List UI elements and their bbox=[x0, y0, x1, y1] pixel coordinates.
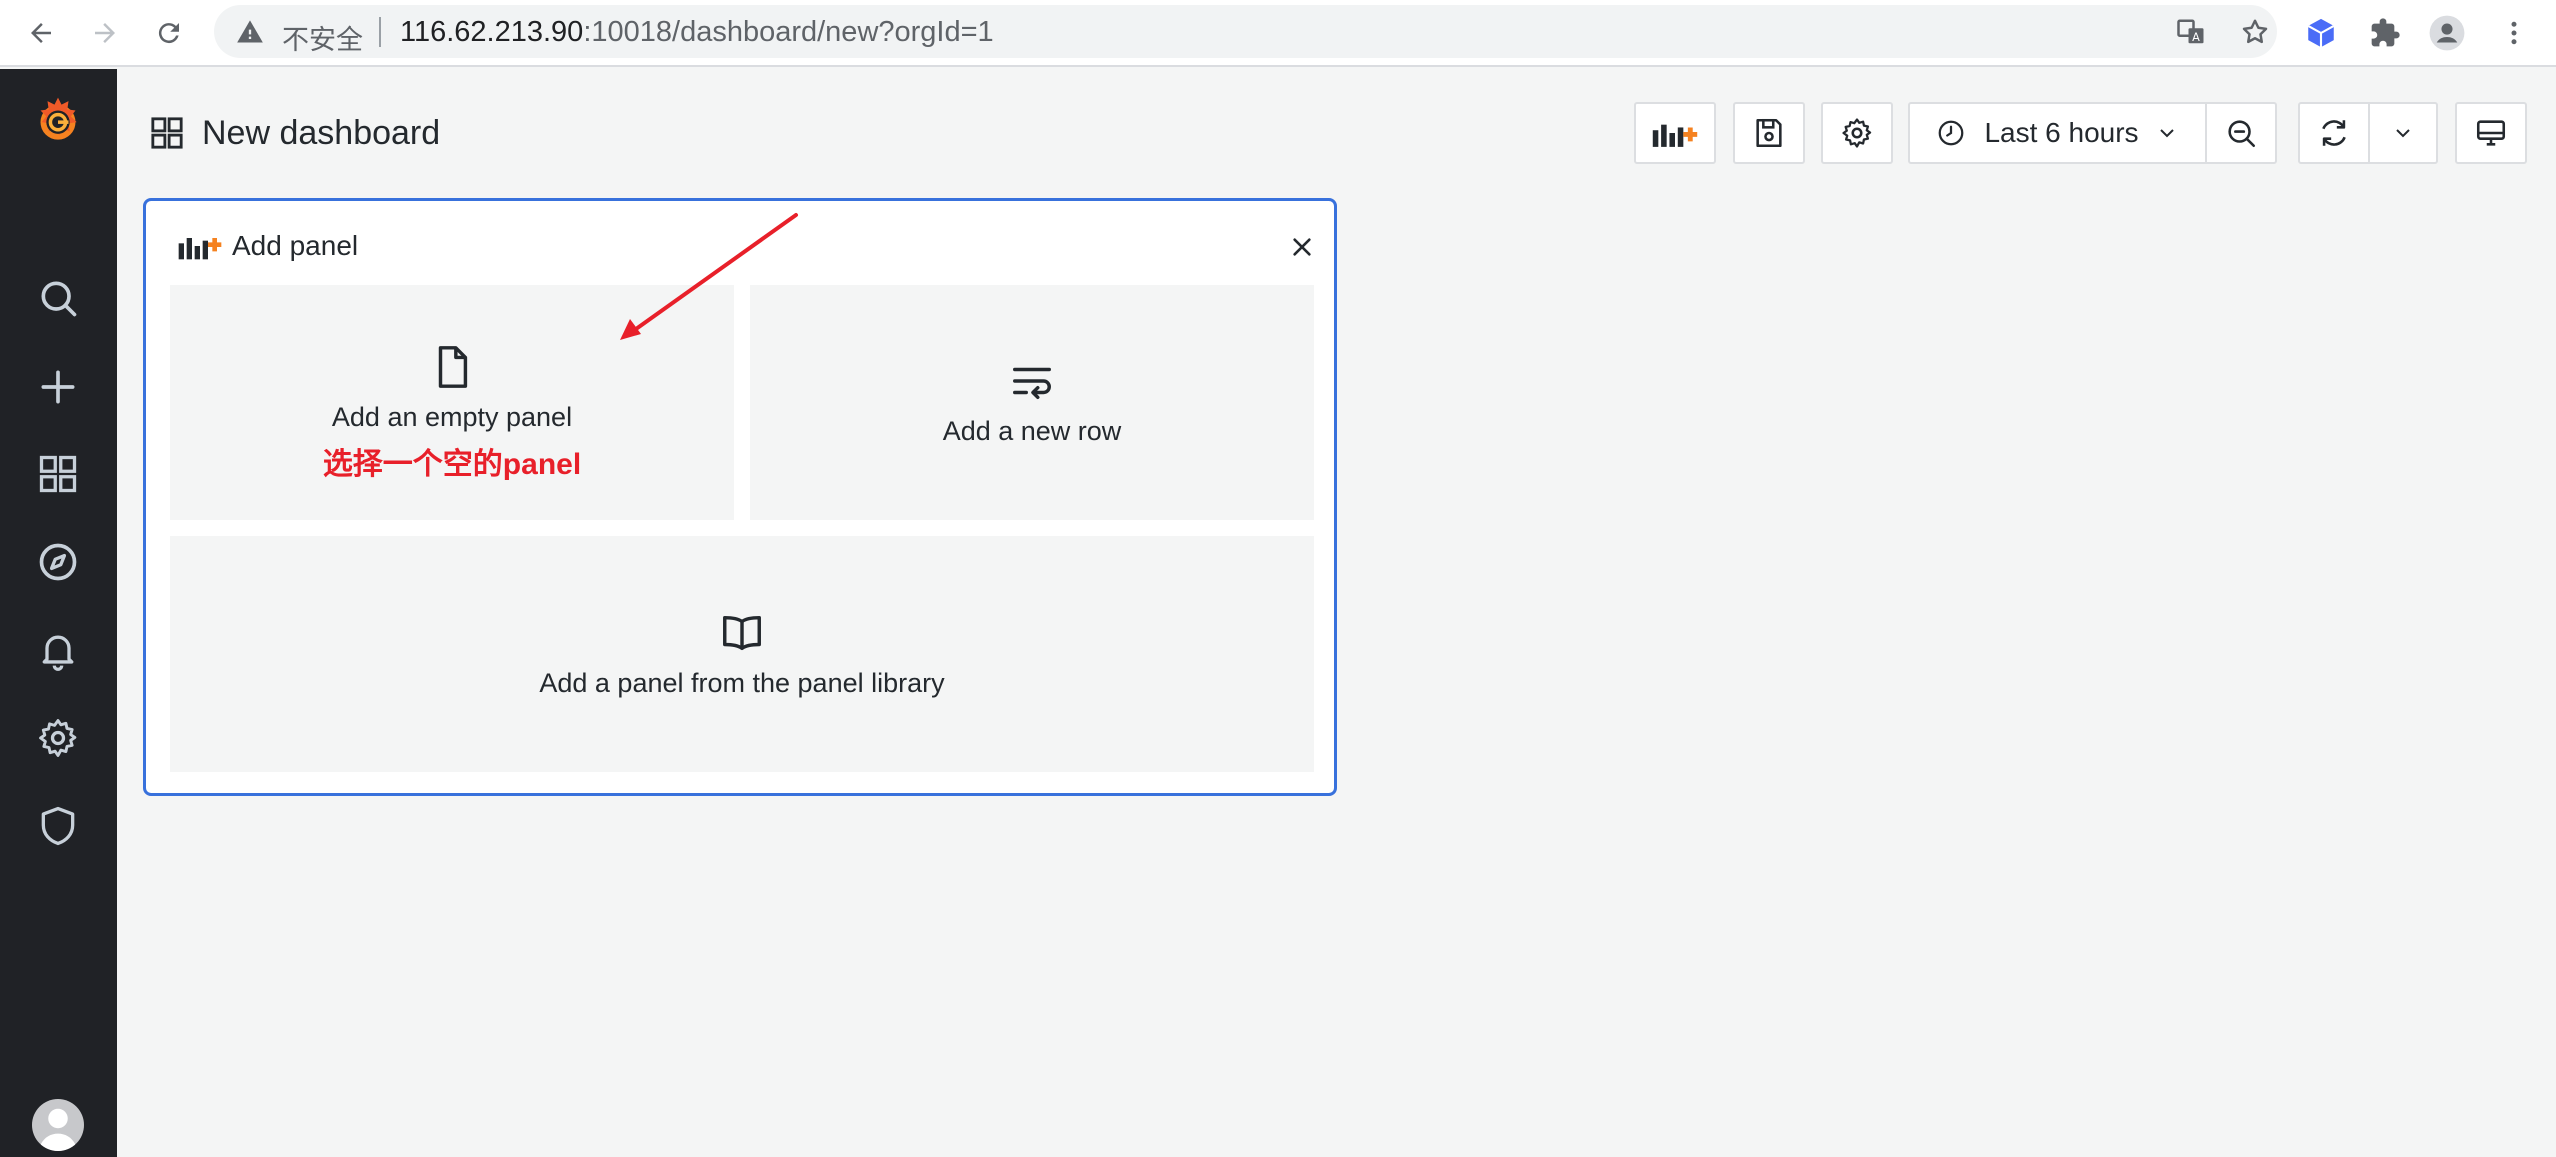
chevron-down-icon bbox=[2159, 129, 2174, 138]
sidebar-item-dashboards[interactable] bbox=[33, 449, 83, 499]
time-picker-button[interactable]: Last 6 hours bbox=[1908, 102, 2207, 164]
time-range-label: Last 6 hours bbox=[1984, 117, 2139, 148]
profile-icon[interactable] bbox=[2428, 14, 2466, 52]
star-icon[interactable] bbox=[2240, 17, 2270, 47]
gear-icon bbox=[1842, 118, 1872, 148]
arrow-right-icon bbox=[95, 23, 115, 43]
add-empty-panel-label: Add an empty panel bbox=[331, 402, 573, 432]
sidebar-item-explore[interactable] bbox=[33, 537, 83, 587]
user-avatar[interactable] bbox=[32, 1099, 84, 1151]
view-mode-button[interactable] bbox=[2455, 102, 2527, 164]
dashboards-grid-icon bbox=[39, 455, 77, 493]
dashboard-header: New dashboard bbox=[150, 110, 440, 156]
add-library-panel-option[interactable]: Add a panel from the panel library bbox=[170, 536, 1314, 772]
chevron-down-icon bbox=[2396, 129, 2410, 138]
url-path: :10018/dashboard/new?orgId=1 bbox=[583, 16, 994, 48]
add-new-row-label: Add a new row bbox=[942, 416, 1122, 446]
sidebar-item-create[interactable] bbox=[33, 362, 83, 412]
wrap-text-icon bbox=[1013, 367, 1051, 400]
add-panel-widget: Add panel Add an empty panel 选择一个空的panel… bbox=[143, 198, 1337, 796]
add-panel-icon bbox=[1652, 124, 1698, 147]
zoom-out-button[interactable] bbox=[2205, 102, 2277, 164]
address-bar[interactable]: 不安全 116.62.213.90:10018/dashboard/new?or… bbox=[214, 5, 2277, 58]
arrow-left-icon bbox=[31, 23, 51, 43]
dashboard-settings-button[interactable] bbox=[1821, 102, 1893, 164]
insecure-label: 不安全 bbox=[282, 25, 363, 55]
shield-icon bbox=[41, 806, 75, 846]
browser-menu-icon[interactable] bbox=[2495, 14, 2533, 52]
grafana-logo-icon[interactable] bbox=[30, 93, 86, 149]
user-icon bbox=[38, 1108, 78, 1151]
sidebar bbox=[0, 69, 117, 1157]
add-panel-header: Add panel bbox=[176, 229, 358, 263]
gear-icon bbox=[39, 719, 77, 757]
sidebar-item-server-admin[interactable] bbox=[33, 801, 83, 851]
zoom-out-icon bbox=[2228, 120, 2256, 148]
page-title[interactable]: New dashboard bbox=[202, 114, 440, 153]
plus-icon bbox=[41, 370, 75, 404]
search-icon bbox=[41, 281, 77, 317]
save-dashboard-button[interactable] bbox=[1733, 102, 1805, 164]
add-panel-icon bbox=[178, 238, 222, 260]
bell-icon bbox=[42, 635, 74, 671]
add-panel-button[interactable] bbox=[1634, 102, 1716, 164]
refresh-interval-dropdown[interactable] bbox=[2368, 102, 2438, 164]
extensions-puzzle-icon[interactable] bbox=[2366, 14, 2404, 52]
book-open-icon bbox=[723, 615, 761, 650]
dashboard-grid-icon bbox=[151, 117, 183, 149]
add-empty-panel-option[interactable]: Add an empty panel 选择一个空的panel bbox=[170, 285, 734, 520]
url-separator bbox=[379, 17, 381, 47]
file-icon bbox=[438, 346, 468, 388]
compass-icon bbox=[39, 543, 77, 581]
save-icon bbox=[1756, 118, 1782, 148]
sidebar-item-search[interactable] bbox=[33, 273, 83, 323]
svg-text:A: A bbox=[2192, 31, 2200, 44]
browser-toolbar: 不安全 116.62.213.90:10018/dashboard/new?or… bbox=[0, 0, 2556, 67]
sidebar-item-alerting[interactable] bbox=[33, 625, 83, 675]
url-host: 116.62.213.90 bbox=[400, 16, 584, 48]
url-text[interactable]: 116.62.213.90:10018/dashboard/new?orgId=… bbox=[400, 16, 994, 49]
sidebar-item-configuration[interactable] bbox=[33, 713, 83, 763]
add-library-panel-label: Add a panel from the panel library bbox=[539, 667, 945, 698]
extension-cube-icon[interactable] bbox=[2302, 14, 2340, 52]
clock-icon bbox=[1939, 120, 1964, 146]
add-panel-title: Add panel bbox=[232, 230, 359, 261]
refresh-icon bbox=[2322, 120, 2346, 146]
close-add-panel-button[interactable] bbox=[1284, 229, 1320, 265]
close-icon bbox=[1293, 238, 1311, 256]
back-button[interactable] bbox=[18, 10, 64, 56]
reload-icon bbox=[158, 23, 179, 44]
annotation-text: 选择一个空的panel bbox=[322, 448, 582, 481]
monitor-icon bbox=[2476, 120, 2506, 146]
add-new-row-option[interactable]: Add a new row bbox=[750, 285, 1314, 520]
refresh-button[interactable] bbox=[2298, 102, 2370, 164]
warning-icon bbox=[237, 20, 263, 43]
translate-icon[interactable]: A bbox=[2176, 17, 2206, 47]
forward-button[interactable] bbox=[82, 10, 128, 56]
reload-button[interactable] bbox=[146, 10, 192, 56]
